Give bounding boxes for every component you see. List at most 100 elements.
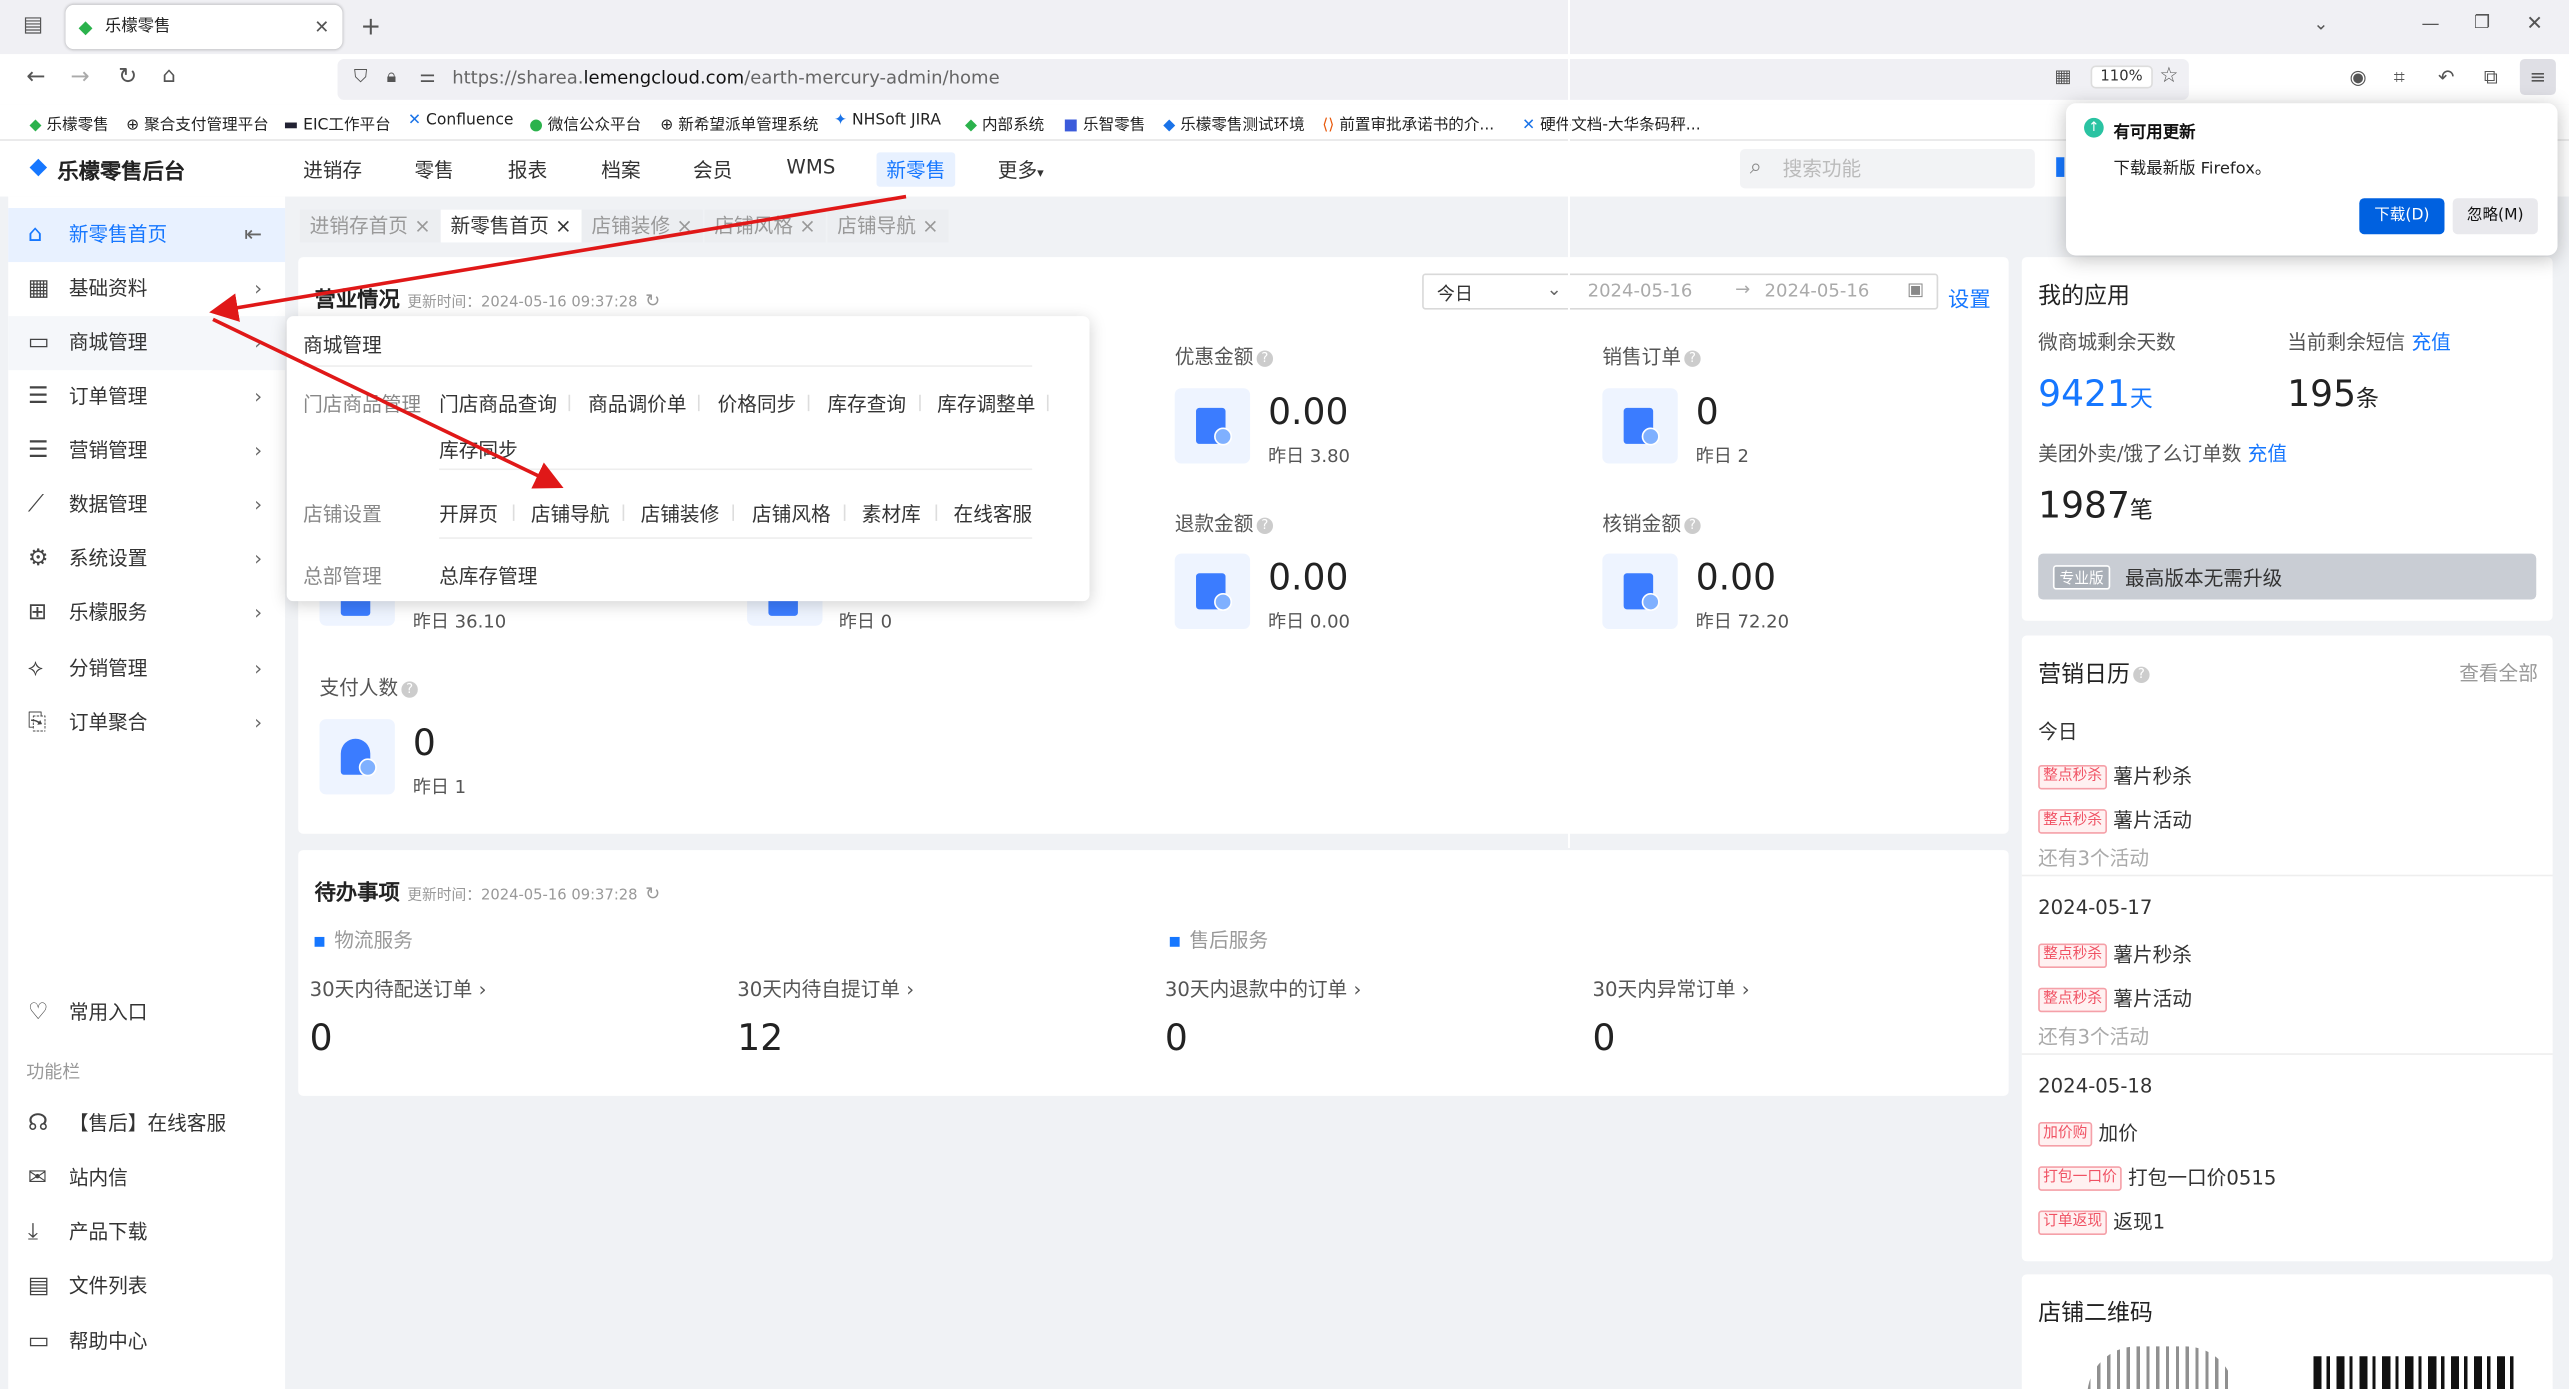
bookmark-item[interactable]: ▬ EIC工作平台 [283, 111, 390, 134]
close-window-icon[interactable]: ✕ [2526, 11, 2542, 34]
menu-item-splash[interactable]: 开屏页 [439, 500, 498, 528]
reload-icon[interactable]: ↻ [118, 64, 137, 90]
search-input[interactable]: 搜索功能 [1739, 149, 2035, 189]
nav-archive[interactable]: 档案 [601, 156, 640, 184]
nav-report[interactable]: 报表 [508, 156, 547, 184]
sidebar-item-order-aggregation[interactable]: ⎘ 订单聚合 › [8, 696, 285, 750]
minimize-icon[interactable]: — [2422, 13, 2440, 34]
menu-item-stock-query[interactable]: 库存查询 [827, 390, 906, 418]
page-tab-active[interactable]: 新零售首页 × [440, 209, 582, 243]
restore-icon[interactable]: ❐ [2474, 11, 2490, 32]
close-icon[interactable]: × [922, 215, 938, 238]
nav-retail[interactable]: 零售 [415, 156, 454, 184]
todo-item-link[interactable]: 30天内异常订单 › [1593, 975, 1750, 1003]
ignore-button[interactable]: 忽略(M) [2452, 198, 2538, 235]
func-item-download[interactable]: ⤓ 产品下载 [8, 1206, 285, 1260]
menu-item-store-style[interactable]: 店铺风格 [752, 500, 831, 528]
menu-item-store-nav[interactable]: 店铺导航 [531, 500, 610, 528]
browser-tab[interactable]: ◆ 乐檬零售 ✕ [65, 4, 343, 50]
sidebar-item-home[interactable]: ⌂ 新零售首页 ⇤ [8, 208, 286, 263]
question-icon[interactable]: ? [1256, 516, 1274, 534]
sidebar-item-lemeng-service[interactable]: ⊞ 乐檬服务 › [8, 586, 285, 640]
sidebar-item-settings[interactable]: ⚙ 系统设置 › [8, 532, 285, 586]
calendar-event[interactable]: 整点秒杀 薯片秒杀 [2038, 762, 2192, 790]
forward-icon[interactable]: → [70, 64, 89, 90]
sidebar-item-order-management[interactable]: ☰ 订单管理 › [8, 370, 285, 424]
calendar-more[interactable]: 还有3个活动 [2038, 1022, 2149, 1050]
settings-link[interactable]: 设置 [1948, 282, 1991, 313]
sidebar-item-marketing[interactable]: ☰ 营销管理 › [8, 424, 285, 478]
menu-item-price-adjust[interactable]: 商品调价单 [588, 390, 686, 418]
todo-item-link[interactable]: 30天内退款中的订单 › [1165, 975, 1361, 1003]
calendar-more[interactable]: 还有3个活动 [2038, 844, 2149, 872]
menu-icon[interactable]: ≡ [2519, 58, 2556, 96]
question-icon[interactable]: ? [1256, 349, 1274, 367]
refresh-icon[interactable]: ↻ [645, 883, 660, 904]
extensions-icon[interactable]: ⧉ [2484, 66, 2498, 91]
bookmark-item[interactable]: ● 微信公众平台 [529, 111, 641, 134]
sidebar-item-mall-management[interactable]: ▭ 商城管理 › [8, 316, 286, 371]
page-tab[interactable]: 进销存首页 × [299, 209, 441, 243]
delivery-recharge-link[interactable]: 充值 [2248, 442, 2287, 465]
back-icon[interactable]: ← [26, 64, 45, 90]
question-icon[interactable]: ? [1684, 516, 1701, 534]
sidebar-common-entry[interactable]: ♡ 常用入口 [8, 986, 285, 1040]
bookmark-item[interactable]: ⊕ 聚合支付管理平台 [126, 111, 269, 134]
collapse-sidebar-icon[interactable]: ⇤ [244, 208, 262, 262]
app-logo[interactable]: 乐檬零售后台 [57, 154, 185, 186]
bookmark-item[interactable]: ◆ 乐檬零售测试环境 [1163, 111, 1304, 134]
download-button[interactable]: 下载(D) [2359, 198, 2445, 235]
menu-item-price-sync[interactable]: 价格同步 [718, 390, 797, 418]
calendar-event[interactable]: 整点秒杀 薯片活动 [2038, 984, 2192, 1013]
page-tab[interactable]: 店铺导航 × [827, 209, 949, 243]
lock-icon[interactable]: 🔒︎ [387, 66, 397, 89]
question-icon[interactable]: ? [1684, 349, 1701, 367]
nav-new-retail[interactable]: 新零售 [876, 152, 956, 187]
refresh-icon[interactable]: ↻ [645, 290, 660, 311]
sidebar-item-basic-data[interactable]: ▦ 基础资料 › [8, 262, 285, 316]
todo-item-link[interactable]: 30天内待配送订单 › [310, 975, 487, 1003]
bookmark-item[interactable]: ◆ 内部系统 [965, 111, 1044, 134]
qr-icon[interactable]: ▦ [2055, 66, 2072, 87]
nav-more[interactable]: 更多▾ [998, 156, 1044, 184]
sidebar-item-data[interactable]: ⟋ 数据管理 › [8, 478, 285, 532]
nav-jinxiaocun[interactable]: 进销存 [303, 156, 362, 184]
todo-item-link[interactable]: 30天内待自提订单 › [737, 975, 914, 1003]
shield-icon[interactable]: ⛉ [354, 66, 368, 89]
question-icon[interactable]: ? [401, 680, 418, 697]
page-tab[interactable]: 店铺装修 × [581, 209, 703, 243]
func-item-inbox[interactable]: ✉ 站内信 [8, 1152, 285, 1206]
period-select[interactable]: 今日 [1437, 280, 1473, 306]
url-bar[interactable]: ⛉ 🔒︎ ⚌ https://sharea.lemengcloud.com/ea… [337, 58, 2189, 100]
close-icon[interactable]: × [799, 215, 815, 238]
bookmark-item[interactable]: ✕ Confluence [408, 111, 514, 129]
close-icon[interactable]: × [555, 215, 571, 238]
calendar-event[interactable]: 订单返现 返现1 [2038, 1207, 2165, 1236]
bookmark-item[interactable]: ◆ 乐檬零售 [29, 111, 108, 134]
calendar-event[interactable]: 整点秒杀 薯片秒杀 [2038, 940, 2192, 969]
tab-list-icon[interactable]: ▤ [23, 13, 43, 38]
page-tab[interactable]: 店铺风格 × [704, 209, 826, 243]
bookmark-item[interactable]: ✦ NHSoft JIRA [834, 111, 941, 129]
permissions-icon[interactable]: ⚌ [419, 66, 435, 87]
menu-item-stock-adjust[interactable]: 库存调整单 [937, 390, 1035, 418]
zoom-level[interactable]: 110% [2090, 65, 2153, 89]
sms-recharge-link[interactable]: 充值 [2411, 331, 2450, 354]
view-all-link[interactable]: 查看全部 [2459, 658, 2538, 686]
question-icon[interactable]: ? [2133, 666, 2150, 684]
calendar-event[interactable]: 打包一口价 打包一口价0515 [2038, 1163, 2276, 1191]
close-icon[interactable]: × [414, 215, 430, 238]
sidebar-item-distribution[interactable]: ⟡ 分销管理 › [8, 642, 285, 696]
bookmark-star-icon[interactable]: ☆ [2159, 64, 2178, 89]
home-browser-icon[interactable]: ⌂ [162, 64, 176, 89]
date-range-picker[interactable]: 今日 ⌄ 2024-05-16 → 2024-05-16 ▣ [1422, 273, 1939, 310]
menu-item-material[interactable]: 素材库 [862, 500, 921, 528]
func-item-help[interactable]: ▭ 帮助中心 [8, 1315, 285, 1369]
menu-item-total-stock[interactable]: 总库存管理 [439, 562, 537, 590]
menu-item-online-service[interactable]: 在线客服 [954, 500, 1033, 528]
bookmark-item[interactable]: ✕ 硬件文档-大华条码秤... [1522, 111, 1701, 134]
date-to[interactable]: 2024-05-16 [1765, 280, 1870, 301]
bookmark-item[interactable]: ⟨⟩ 前置审批承诺书的介... [1322, 111, 1494, 134]
bookmark-item[interactable]: ■ 乐智零售 [1063, 111, 1145, 134]
screenshot-icon[interactable]: ⌗ [2394, 66, 2405, 91]
